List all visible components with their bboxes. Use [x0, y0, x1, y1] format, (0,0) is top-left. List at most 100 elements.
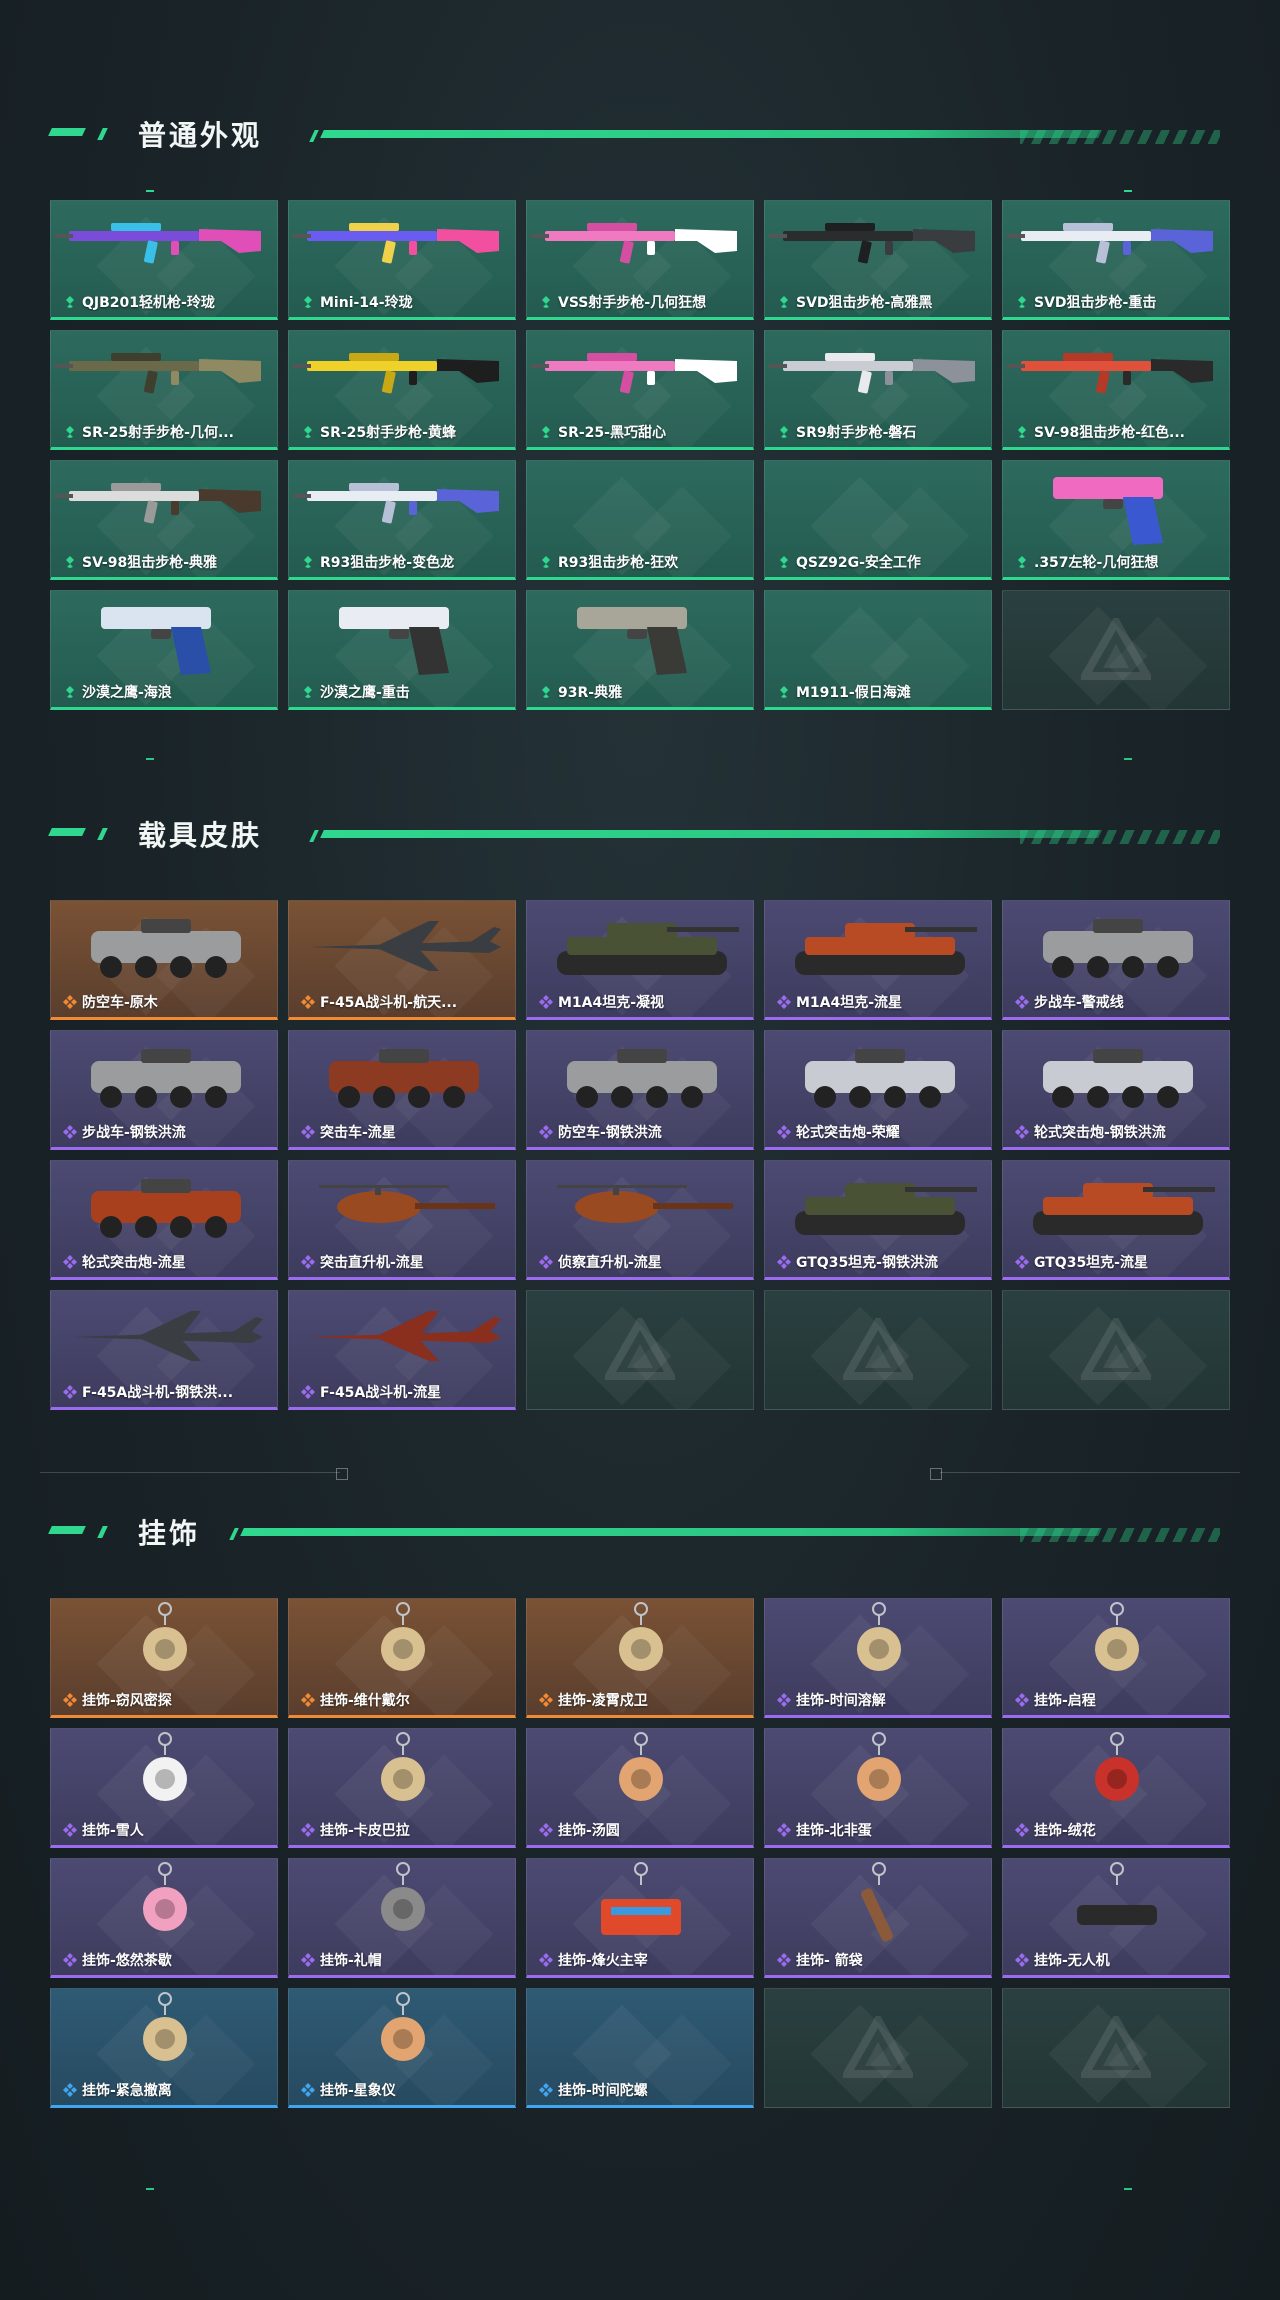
item-card[interactable]: 挂饰-紧急撤离 [50, 1988, 278, 2108]
item-card[interactable]: Mini-14-玲珑 [288, 200, 516, 320]
item-card[interactable]: 挂饰-启程 [1002, 1598, 1230, 1718]
item-name: VSS射手步枪-几何狂想 [558, 295, 707, 311]
item-card[interactable]: R93狙击步枪-狂欢 [526, 460, 754, 580]
item-label: 挂饰-悠然茶歇 [63, 1951, 271, 1969]
item-card[interactable]: 轮式突击炮-流星 [50, 1160, 278, 1280]
game-logo-icon [843, 1318, 913, 1380]
item-card[interactable]: 挂饰-卡皮巴拉 [288, 1728, 516, 1848]
item-card[interactable]: QSZ92G-安全工作 [764, 460, 992, 580]
item-card[interactable]: 挂饰-时间溶解 [764, 1598, 992, 1718]
item-card[interactable]: SR-25射手步枪-黄蜂 [288, 330, 516, 450]
game-logo-icon [843, 2016, 913, 2078]
item-card[interactable]: SVD狙击步枪-重击 [1002, 200, 1230, 320]
item-label: R93狙击步枪-变色龙 [301, 553, 509, 571]
item-card[interactable]: GTQ35坦克-流星 [1002, 1160, 1230, 1280]
item-card[interactable]: 挂饰-北非蛋 [764, 1728, 992, 1848]
item-card[interactable]: 步战车-钢铁洪流 [50, 1030, 278, 1150]
item-label: 挂饰-卡皮巴拉 [301, 1821, 509, 1839]
item-card[interactable]: SV-98狙击步枪-典雅 [50, 460, 278, 580]
quality-diamond-icon [1015, 1823, 1029, 1837]
item-card[interactable]: 突击直升机-流星 [288, 1160, 516, 1280]
item-card[interactable]: 突击车-流星 [288, 1030, 516, 1150]
apc-icon [567, 1049, 717, 1108]
item-name: 挂饰-时间陀螺 [558, 2083, 648, 2099]
item-card[interactable]: 93R-典雅 [526, 590, 754, 710]
item-card[interactable]: 挂饰-时间陀螺 [526, 1988, 754, 2108]
item-card[interactable]: 挂饰-雪人 [50, 1728, 278, 1848]
item-card[interactable]: 挂饰-无人机 [1002, 1858, 1230, 1978]
item-card[interactable]: 轮式突击炮-钢铁洪流 [1002, 1030, 1230, 1150]
item-label: 挂饰-窃风密探 [63, 1691, 271, 1709]
buggy-icon [1043, 1049, 1193, 1108]
quality-diamond-icon [301, 1953, 315, 1967]
item-card[interactable]: SR-25射手步枪-几何... [50, 330, 278, 450]
apc-icon [91, 1049, 241, 1108]
item-card[interactable]: SV-98狙击步枪-红色... [1002, 330, 1230, 450]
item-card[interactable]: 挂饰-窃风密探 [50, 1598, 278, 1718]
item-card[interactable]: M1A4坦克-凝视 [526, 900, 754, 1020]
item-label: QSZ92G-安全工作 [777, 553, 985, 571]
item-name: 挂饰-紧急撤离 [82, 2083, 172, 2099]
quality-diamond-icon [63, 1385, 77, 1399]
charm-cake-icon [143, 1862, 187, 1931]
quality-diamond-icon [777, 1953, 791, 1967]
item-card[interactable]: 挂饰-凌霄戍卫 [526, 1598, 754, 1718]
item-name: R93狙击步枪-变色龙 [320, 555, 455, 571]
item-card[interactable]: 防空车-钢铁洪流 [526, 1030, 754, 1150]
item-name: 突击直升机-流星 [320, 1255, 424, 1271]
item-card[interactable]: SR9射手步枪-磐石 [764, 330, 992, 450]
quality-diamond-icon [1015, 1953, 1029, 1967]
quality-diamond-icon [539, 2083, 553, 2097]
item-name: SR-25-黑巧甜心 [558, 425, 666, 441]
item-card[interactable]: M1A4坦克-流星 [764, 900, 992, 1020]
item-label: 步战车-钢铁洪流 [63, 1123, 271, 1141]
item-card[interactable]: 沙漠之鹰-重击 [288, 590, 516, 710]
item-name: 沙漠之鹰-重击 [320, 685, 410, 701]
item-card[interactable]: SVD狙击步枪-高雅黑 [764, 200, 992, 320]
item-name: 挂饰- 箭袋 [796, 1953, 863, 1969]
item-label: GTQ35坦克-钢铁洪流 [777, 1253, 985, 1271]
item-card[interactable]: 挂饰- 箭袋 [764, 1858, 992, 1978]
item-name: 挂饰-星象仪 [320, 2083, 396, 2099]
item-name: SR9射手步枪-磐石 [796, 425, 917, 441]
item-card[interactable]: 挂饰-汤圆 [526, 1728, 754, 1848]
item-name: 挂饰-雪人 [82, 1823, 144, 1839]
item-card[interactable]: 沙漠之鹰-海浪 [50, 590, 278, 710]
charm-quiver-icon [861, 1862, 893, 1942]
quality-diamond-icon [63, 1823, 77, 1837]
item-card[interactable]: 侦察直升机-流星 [526, 1160, 754, 1280]
item-card[interactable]: 挂饰-礼帽 [288, 1858, 516, 1978]
item-card[interactable]: F-45A战斗机-航天... [288, 900, 516, 1020]
item-card[interactable]: 挂饰-悠然茶歇 [50, 1858, 278, 1978]
item-label: 防空车-钢铁洪流 [539, 1123, 747, 1141]
item-card[interactable]: F-45A战斗机-流星 [288, 1290, 516, 1410]
item-card[interactable]: 挂饰-烽火主宰 [526, 1858, 754, 1978]
item-card[interactable]: R93狙击步枪-变色龙 [288, 460, 516, 580]
pistol-grey-icon [577, 607, 687, 675]
charm-round-icon [857, 1732, 901, 1801]
item-card[interactable]: 挂饰-维什戴尔 [288, 1598, 516, 1718]
item-card[interactable]: M1911-假日海滩 [764, 590, 992, 710]
item-label: SV-98狙击步枪-红色... [1015, 423, 1223, 441]
item-card[interactable]: QJB201轻机枪-玲珑 [50, 200, 278, 320]
item-card[interactable]: 防空车-原木 [50, 900, 278, 1020]
item-label: 挂饰-紧急撤离 [63, 2081, 271, 2099]
quality-diamond-icon [539, 1693, 553, 1707]
item-label: M1911-假日海滩 [777, 683, 985, 701]
item-card[interactable]: VSS射手步枪-几何狂想 [526, 200, 754, 320]
item-card[interactable]: 步战车-警戒线 [1002, 900, 1230, 1020]
item-card[interactable]: 挂饰-绒花 [1002, 1728, 1230, 1848]
quality-diamond-icon [780, 686, 788, 698]
quality-diamond-icon [304, 686, 312, 698]
item-card[interactable]: .357左轮-几何狂想 [1002, 460, 1230, 580]
item-name: 挂饰-凌霄戍卫 [558, 1693, 648, 1709]
item-label: 轮式突击炮-流星 [63, 1253, 271, 1271]
tank-icon [795, 1183, 977, 1235]
item-name: .357左轮-几何狂想 [1034, 555, 1159, 571]
item-card[interactable]: F-45A战斗机-钢铁洪... [50, 1290, 278, 1410]
item-card[interactable]: SR-25-黑巧甜心 [526, 330, 754, 450]
item-card[interactable]: 轮式突击炮-荣耀 [764, 1030, 992, 1150]
item-card[interactable]: GTQ35坦克-钢铁洪流 [764, 1160, 992, 1280]
item-card[interactable]: 挂饰-星象仪 [288, 1988, 516, 2108]
item-grid: QJB201轻机枪-玲珑 Mini-14-玲珑 VSS射手步枪-几何狂想 SVD狙击步… [50, 200, 1230, 710]
